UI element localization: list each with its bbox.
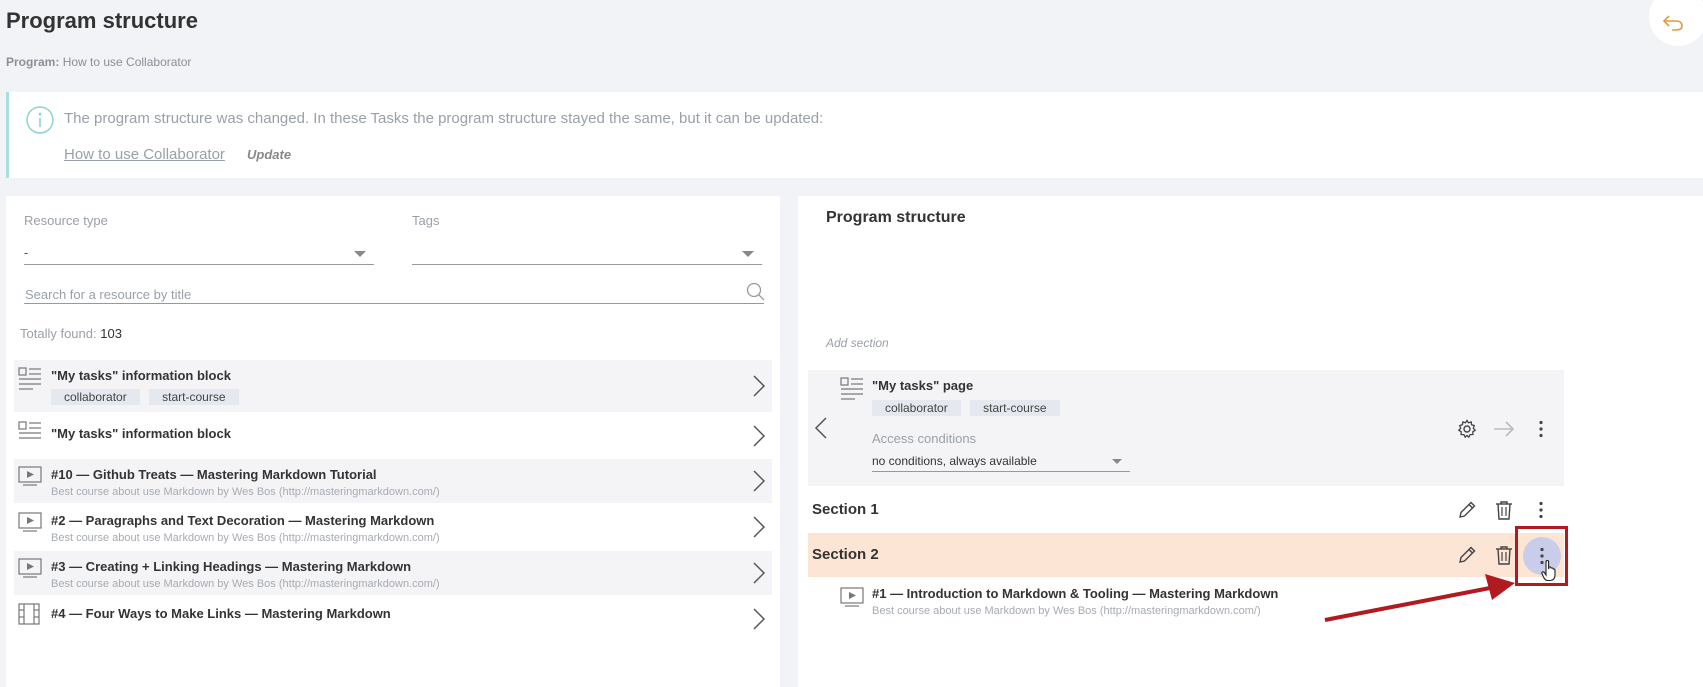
resource-title: #3 — Creating + Linking Headings — Maste…: [51, 559, 412, 574]
tags-select[interactable]: [412, 241, 762, 265]
program-structure-panel: Program structure Add section "My tasks"…: [798, 196, 1703, 687]
chevron-right-icon[interactable]: [752, 425, 766, 447]
results-count: Totally found: 103: [20, 326, 122, 341]
move-right-button[interactable]: [1490, 415, 1518, 443]
resource-type-value: -: [24, 245, 29, 260]
undo-arrow-icon: [1662, 15, 1683, 31]
info-icon: [26, 106, 54, 134]
resource-search-input[interactable]: Search for a resource by title: [24, 282, 765, 304]
tags-label: Tags: [412, 213, 440, 228]
video-icon: [840, 587, 864, 607]
tag: start-course: [149, 389, 239, 405]
tag: collaborator: [872, 400, 961, 416]
page-title: Program structure: [6, 8, 198, 33]
resource-title: #1 — Introduction to Markdown & Tooling …: [872, 586, 1279, 601]
resource-title: #10 — Github Treats — Mastering Markdown…: [51, 467, 377, 482]
pencil-icon: [1459, 546, 1476, 563]
pencil-icon: [1459, 501, 1476, 518]
access-conditions-value: no conditions, always available: [872, 454, 1037, 468]
video-icon: [18, 466, 42, 486]
tag: collaborator: [51, 389, 140, 405]
info-block-icon: [18, 367, 41, 390]
section-name: Section 2: [812, 546, 879, 563]
program-line: Program: How to use Collaborator: [6, 55, 191, 69]
resource-item[interactable]: "My tasks" information block collaborato…: [14, 360, 772, 412]
update-button[interactable]: Update: [247, 147, 291, 162]
resource-type-label: Resource type: [24, 213, 108, 228]
edit-section-button[interactable]: [1453, 496, 1481, 524]
resource-item[interactable]: #10 — Github Treats — Mastering Markdown…: [14, 459, 772, 503]
structure-title: Program structure: [826, 209, 966, 226]
trash-icon: [1496, 501, 1512, 520]
resource-tags: collaborator start-course: [51, 388, 244, 406]
video-icon: [18, 558, 42, 578]
back-button[interactable]: [1649, 0, 1703, 46]
chevron-right-icon[interactable]: [752, 470, 766, 492]
hand-cursor-icon: [1541, 560, 1556, 582]
delete-section-button[interactable]: [1490, 496, 1518, 524]
access-conditions-select[interactable]: no conditions, always available: [872, 454, 1130, 472]
resource-title: #4 — Four Ways to Make Links — Mastering…: [51, 606, 391, 621]
edit-section-button[interactable]: [1453, 541, 1481, 569]
chevron-left-icon[interactable]: [814, 416, 828, 440]
chevron-right-icon[interactable]: [752, 375, 766, 397]
kebab-menu-icon: [1539, 420, 1543, 438]
resource-item[interactable]: "My tasks" information block: [14, 414, 772, 458]
resource-library-panel: Resource type - Tags Search for a resour…: [6, 196, 780, 687]
trash-icon: [1496, 546, 1512, 565]
resource-item[interactable]: #4 — Four Ways to Make Links — Mastering…: [14, 597, 772, 641]
settings-button[interactable]: [1453, 415, 1481, 443]
search-icon: [746, 282, 765, 301]
resource-description: Best course about use Markdown by Wes Bo…: [872, 605, 1261, 617]
chevron-down-icon: [742, 251, 754, 257]
more-options-button[interactable]: [1527, 415, 1555, 443]
access-conditions-label: Access conditions: [872, 431, 977, 446]
structure-changed-notice: The program structure was changed. In th…: [6, 92, 1703, 178]
resource-title: #2 — Paragraphs and Text Decoration — Ma…: [51, 513, 435, 528]
found-count: 103: [100, 326, 122, 341]
info-block-icon: [840, 377, 863, 400]
page-item: "My tasks" page collaborator start-cours…: [808, 370, 1564, 486]
info-block-icon: [18, 421, 41, 439]
chevron-right-icon[interactable]: [752, 562, 766, 584]
program-name: How to use Collaborator: [62, 55, 192, 69]
chevron-down-icon: [354, 251, 366, 257]
chevron-down-icon: [1112, 459, 1122, 464]
resource-description: Best course about use Markdown by Wes Bo…: [51, 532, 440, 544]
section-row[interactable]: Section 1: [808, 488, 1564, 532]
search-placeholder: Search for a resource by title: [25, 287, 192, 302]
page-tags: collaborator start-course: [872, 399, 1065, 417]
resource-item[interactable]: #2 — Paragraphs and Text Decoration — Ma…: [14, 505, 772, 549]
resource-title: "My tasks" information block: [51, 368, 231, 383]
video-icon: [18, 512, 42, 532]
resource-description: Best course about use Markdown by Wes Bo…: [51, 578, 440, 590]
notice-message: The program structure was changed. In th…: [64, 110, 824, 127]
resource-item[interactable]: #3 — Creating + Linking Headings — Maste…: [14, 551, 772, 595]
page-title-text: "My tasks" page: [872, 378, 974, 393]
annotation-arrow: [1324, 574, 1515, 622]
resource-description: Best course about use Markdown by Wes Bo…: [51, 486, 440, 498]
section-more-button[interactable]: [1527, 496, 1555, 524]
resource-type-select[interactable]: -: [24, 241, 374, 265]
delete-section-button[interactable]: [1490, 541, 1518, 569]
kebab-menu-icon: [1539, 501, 1543, 519]
add-section-button[interactable]: Add section: [826, 336, 889, 350]
tag: start-course: [970, 400, 1060, 416]
section-name: Section 1: [812, 501, 879, 518]
task-link[interactable]: How to use Collaborator: [64, 146, 225, 163]
chevron-right-icon[interactable]: [752, 608, 766, 630]
film-icon: [18, 603, 40, 625]
found-label: Totally found:: [20, 326, 97, 341]
program-label: Program:: [6, 55, 60, 69]
chevron-right-icon[interactable]: [752, 516, 766, 538]
arrow-right-icon: [1494, 421, 1515, 437]
gear-icon: [1457, 419, 1477, 439]
resource-title: "My tasks" information block: [51, 426, 231, 441]
